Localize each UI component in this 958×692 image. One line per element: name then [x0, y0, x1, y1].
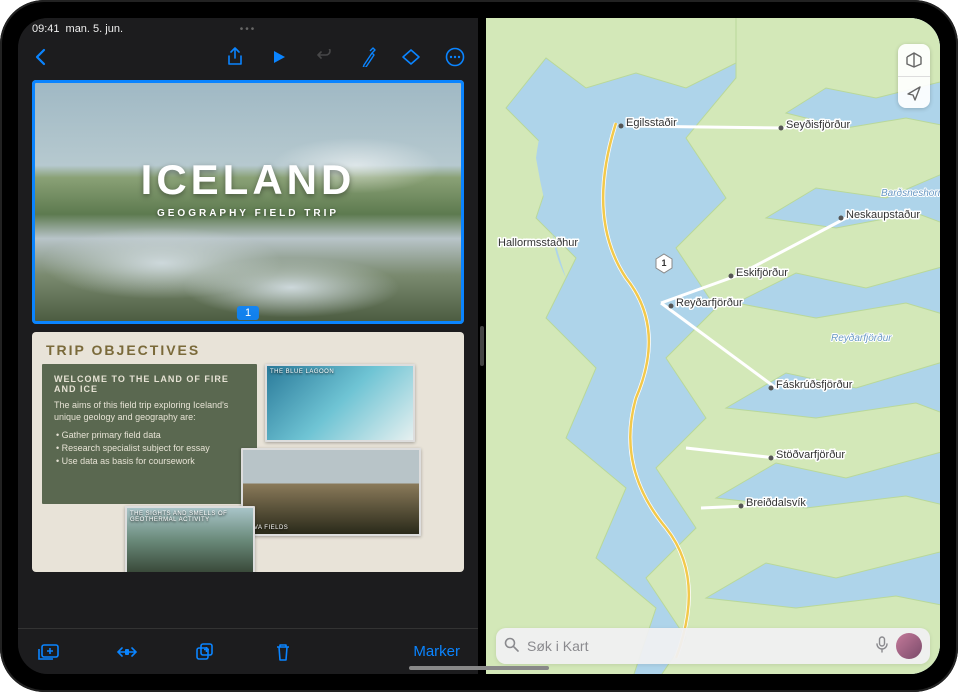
bullet-item: Gather primary field data: [56, 429, 245, 442]
skip-slide-button[interactable]: [114, 639, 140, 665]
avatar[interactable]: [896, 633, 922, 659]
duplicate-button[interactable]: [192, 639, 218, 665]
map-canvas[interactable]: 1 Egilsstaðir Seyðisfjörður Neskaupstaðu…: [486, 18, 940, 674]
slide-thumbnail-2[interactable]: TRIP OBJECTIVES WELCOME TO THE LAND OF F…: [32, 332, 464, 572]
svg-text:Fáskrúðsfjörður: Fáskrúðsfjörður: [776, 379, 853, 391]
delete-button[interactable]: [270, 639, 296, 665]
status-date: man. 5. jun.: [66, 23, 123, 35]
slide2-photos: THE BLUE LAGOON LAVA FIELDS THE SIGHTS A…: [265, 364, 454, 536]
animate-button[interactable]: [398, 44, 424, 70]
split-view-divider[interactable]: [478, 18, 486, 674]
photo-blue-lagoon: THE BLUE LAGOON: [265, 364, 415, 442]
bullet-item: Use data as basis for coursework: [56, 455, 245, 468]
svg-text:Barðsneshorn: Barðsneshorn: [881, 188, 940, 199]
search-input[interactable]: [527, 638, 868, 654]
slide1-subtitle: GEOGRAPHY FIELD TRIP: [32, 208, 464, 219]
slide2-aims: The aims of this field trip exploring Ic…: [54, 400, 245, 423]
slide2-welcome: WELCOME TO THE LAND OF FIRE AND ICE: [54, 374, 245, 394]
search-icon: [504, 637, 519, 656]
format-brush-button[interactable]: [354, 44, 380, 70]
route-badge: 1: [661, 258, 666, 268]
map-controls: [898, 44, 930, 108]
slide2-bullets: Gather primary field data Research speci…: [54, 429, 245, 467]
photo-geothermal: THE SIGHTS AND SMELLS OF GEOTHERMAL ACTI…: [125, 506, 255, 572]
svg-text:Breiðdalsvík: Breiðdalsvík: [746, 497, 806, 509]
svg-text:Egilsstaðir: Egilsstaðir: [626, 117, 677, 129]
add-slide-button[interactable]: [36, 639, 62, 665]
slide1-title: ICELAND: [32, 156, 464, 204]
more-button[interactable]: [442, 44, 468, 70]
map-info-button[interactable]: [898, 44, 930, 76]
undo-button[interactable]: [310, 44, 336, 70]
share-button[interactable]: [222, 44, 248, 70]
slide-thumbnail-1[interactable]: ICELAND GEOGRAPHY FIELD TRIP 1: [32, 80, 464, 324]
keynote-app: 09:41 man. 5. jun. •••: [18, 18, 478, 674]
status-time: 09:41: [32, 23, 60, 35]
slide-navigator[interactable]: ICELAND GEOGRAPHY FIELD TRIP 1 TRIP OBJE…: [18, 76, 478, 628]
divider-handle-icon[interactable]: [480, 326, 484, 366]
svg-text:Hallormsstaðhur: Hallormsstaðhur: [498, 237, 578, 249]
select-button[interactable]: Marker: [413, 643, 460, 660]
svg-text:Eskifjörður: Eskifjörður: [736, 267, 788, 279]
map-search-bar[interactable]: [496, 628, 930, 664]
play-button[interactable]: [266, 44, 292, 70]
svg-text:Neskaupstaður: Neskaupstaður: [846, 209, 920, 221]
slide-number-badge: 1: [237, 306, 259, 320]
slide2-heading: TRIP OBJECTIVES: [42, 342, 454, 358]
svg-text:Seyðisfjörður: Seyðisfjörður: [786, 119, 851, 131]
multitask-dots-icon[interactable]: •••: [240, 24, 257, 35]
home-indicator[interactable]: [409, 666, 549, 670]
photo-lava-fields: LAVA FIELDS: [241, 448, 421, 536]
slide2-textbox: WELCOME TO THE LAND OF FIRE AND ICE The …: [42, 364, 257, 504]
locate-button[interactable]: [898, 76, 930, 108]
back-button[interactable]: [28, 44, 54, 70]
svg-text:Reyðarfjörður: Reyðarfjörður: [676, 297, 743, 309]
keynote-toolbar: [18, 38, 478, 76]
dictate-icon[interactable]: [876, 636, 888, 657]
svg-text:Reyðarfjörður: Reyðarfjörður: [831, 333, 892, 344]
ipad-frame: 09:41 man. 5. jun. •••: [0, 0, 958, 692]
screen: 09:41 man. 5. jun. •••: [18, 18, 940, 674]
svg-text:Stöðvarfjörður: Stöðvarfjörður: [776, 449, 845, 461]
maps-app[interactable]: • • • 100 % 1: [486, 18, 940, 674]
bullet-item: Research specialist subject for essay: [56, 442, 245, 455]
